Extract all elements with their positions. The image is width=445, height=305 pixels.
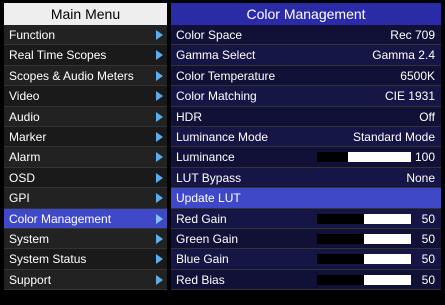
- setting-label: Update LUT: [176, 191, 241, 206]
- menu-item-alarm[interactable]: Alarm: [4, 147, 167, 168]
- slider-fill: [317, 152, 349, 163]
- menu-item-label: Color Management: [9, 211, 112, 226]
- menu-item-label: Video: [9, 89, 40, 104]
- menu-item-label: System Status: [9, 252, 87, 267]
- slider-fill: [317, 233, 364, 244]
- setting-value: Rec 709: [390, 28, 435, 42]
- setting-luminance[interactable]: Luminance 100: [171, 147, 441, 168]
- chevron-right-icon: [156, 50, 163, 61]
- menu-item-label: GPI: [9, 191, 30, 206]
- setting-value: 50: [421, 252, 435, 267]
- setting-label: Gamma Select: [176, 48, 256, 63]
- chevron-right-icon: [156, 30, 163, 40]
- setting-value: 6500K: [400, 68, 435, 83]
- setting-value: CIE 1931: [384, 89, 435, 104]
- menu-item-scopes-audio-meters[interactable]: Scopes & Audio Meters: [4, 65, 167, 87]
- setting-green-gain[interactable]: Green Gain 50: [171, 228, 441, 250]
- level-slider[interactable]: [317, 152, 411, 163]
- menu-item-system[interactable]: System: [4, 228, 167, 250]
- menu-item-gpi[interactable]: GPI: [4, 188, 167, 209]
- setting-label: Color Space: [176, 28, 243, 42]
- level-slider[interactable]: [317, 213, 411, 224]
- setting-color-space[interactable]: Color Space Rec 709: [171, 25, 441, 46]
- setting-value: Gamma 2.4: [372, 48, 435, 63]
- main-menu-title: Main Menu: [4, 3, 167, 25]
- setting-hdr[interactable]: HDR Off: [171, 106, 441, 127]
- setting-value: None: [406, 170, 435, 185]
- setting-value: Standard Mode: [352, 129, 435, 144]
- setting-red-bias[interactable]: Red Bias 50: [171, 269, 441, 291]
- menu-item-label: Alarm: [9, 150, 41, 165]
- menu-item-real-time-scopes[interactable]: Real Time Scopes: [4, 45, 167, 66]
- menu-item-label: Audio: [9, 109, 40, 124]
- menu-item-label: Scopes & Audio Meters: [9, 68, 134, 83]
- chevron-right-icon: [156, 91, 163, 102]
- level-slider[interactable]: [317, 233, 411, 244]
- setting-update-lut[interactable]: Update LUT: [171, 188, 441, 209]
- chevron-right-icon: [156, 254, 163, 265]
- menu-item-marker[interactable]: Marker: [4, 126, 167, 148]
- level-slider[interactable]: [317, 274, 411, 285]
- setting-value: 100: [414, 150, 435, 165]
- setting-lut-bypass[interactable]: LUT Bypass None: [171, 167, 441, 189]
- chevron-right-icon: [156, 70, 163, 81]
- submenu-title: Color Management: [171, 3, 441, 25]
- setting-label: Blue Gain: [176, 252, 229, 267]
- main-menu-list: Function Real Time Scopes Scopes & Audio…: [4, 25, 167, 299]
- menu-item-label: Real Time Scopes: [9, 48, 107, 63]
- chevron-right-icon: [156, 213, 163, 224]
- submenu-list: Color Space Rec 709 Gamma Select Gamma 2.4…: [171, 25, 441, 299]
- chevron-right-icon: [156, 193, 163, 204]
- setting-gamma-select[interactable]: Gamma Select Gamma 2.4: [171, 45, 441, 66]
- setting-label: LUT Bypass: [176, 170, 242, 185]
- setting-color-matching[interactable]: Color Matching CIE 1931: [171, 86, 441, 107]
- menu-item-video[interactable]: Video: [4, 86, 167, 107]
- setting-value: 50: [421, 272, 435, 287]
- menu-item-osd[interactable]: OSD: [4, 167, 167, 189]
- chevron-right-icon: [156, 131, 163, 142]
- setting-color-temperature[interactable]: Color Temperature 6500K: [171, 65, 441, 87]
- slider-fill: [317, 274, 364, 285]
- setting-value: 50: [421, 211, 435, 226]
- menu-item-label: Marker: [9, 129, 47, 144]
- setting-blue-gain[interactable]: Blue Gain 50: [171, 249, 441, 270]
- menu-item-label: System: [9, 231, 50, 246]
- menu-item-color-management[interactable]: Color Management: [4, 208, 167, 229]
- setting-label: Color Temperature: [176, 68, 276, 83]
- setting-label: Green Gain: [176, 231, 239, 246]
- setting-label: HDR: [176, 109, 202, 124]
- setting-value: Off: [419, 109, 435, 124]
- slider-fill: [317, 254, 364, 265]
- menu-item-function[interactable]: Function: [4, 25, 167, 46]
- menu-item-system-status[interactable]: System Status: [4, 249, 167, 270]
- slider-fill: [317, 213, 364, 224]
- level-slider[interactable]: [317, 254, 411, 265]
- setting-label: Luminance: [176, 150, 235, 165]
- setting-value: 50: [421, 231, 435, 246]
- chevron-right-icon: [156, 274, 163, 285]
- main-menu-panel: Main Menu Function Real Time Scopes Scop…: [4, 3, 167, 299]
- setting-red-gain[interactable]: Red Gain 50: [171, 208, 441, 229]
- osd-menu: Main Menu Function Real Time Scopes Scop…: [4, 3, 441, 299]
- chevron-right-icon: [156, 111, 163, 122]
- chevron-right-icon: [156, 172, 163, 183]
- chevron-right-icon: [156, 233, 163, 244]
- setting-label: Red Gain: [176, 211, 227, 226]
- setting-label: Luminance Mode: [176, 129, 269, 144]
- menu-item-label: Function: [9, 28, 56, 42]
- setting-label: Color Matching: [176, 89, 257, 104]
- menu-item-audio[interactable]: Audio: [4, 106, 167, 127]
- menu-item-label: OSD: [9, 170, 36, 185]
- chevron-right-icon: [156, 152, 163, 163]
- setting-luminance-mode[interactable]: Luminance Mode Standard Mode: [171, 126, 441, 148]
- menu-item-label: Support: [9, 272, 52, 287]
- setting-label: Red Bias: [176, 272, 225, 287]
- menu-item-support[interactable]: Support: [4, 269, 167, 291]
- color-management-panel: Color Management Color Space Rec 709 Gamm…: [171, 3, 441, 299]
